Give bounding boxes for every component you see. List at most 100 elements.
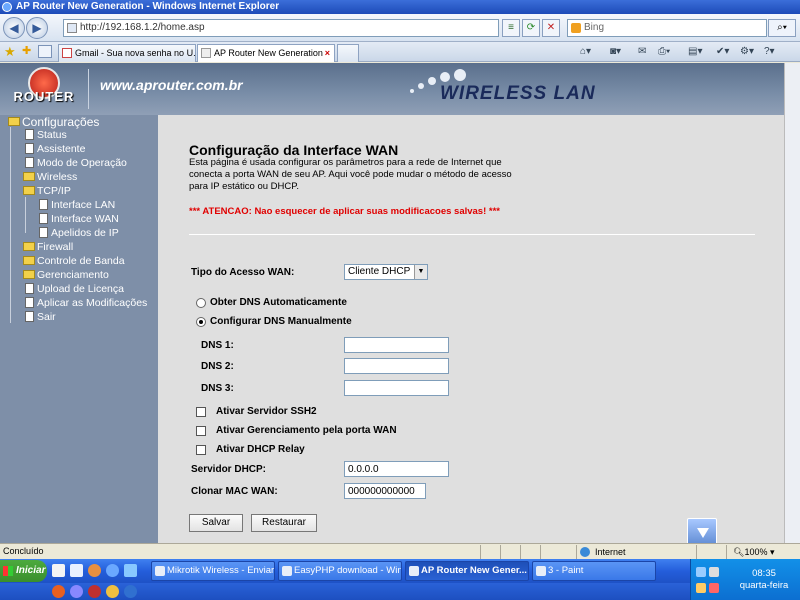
- notepad-icon[interactable]: [70, 564, 83, 577]
- media-icon[interactable]: [70, 585, 83, 598]
- security-icon[interactable]: [696, 583, 706, 593]
- document-icon: [39, 227, 48, 238]
- quick-tabs-icon[interactable]: [38, 45, 52, 58]
- sidebar-item-controle-banda[interactable]: Controle de Banda: [23, 254, 125, 268]
- task-easyphp[interactable]: EasyPHP download - Win...: [278, 561, 402, 581]
- router-logo: ROUTER: [12, 67, 76, 111]
- dns2-label: DNS 2:: [201, 361, 234, 372]
- sidebar-item-status[interactable]: Status: [25, 128, 67, 142]
- ssh-checkbox[interactable]: [196, 407, 206, 417]
- opera-icon[interactable]: [88, 585, 101, 598]
- dhcp-server-input[interactable]: [344, 461, 449, 477]
- chrome-icon[interactable]: [88, 564, 101, 577]
- zoom-control[interactable]: 🔍︎100% ▾: [726, 545, 800, 559]
- page-scrollbar[interactable]: [784, 63, 800, 543]
- stop-icon[interactable]: ✕: [542, 19, 560, 37]
- dhcp-server-label: Servidor DHCP:: [191, 464, 267, 475]
- safety-menu-icon[interactable]: ✔▾: [716, 45, 729, 59]
- taskbar: Iniciar Mikrotik Wireless - Enviar... Ea…: [0, 559, 800, 583]
- mail-icon[interactable]: ✉: [638, 45, 646, 59]
- forward-button[interactable]: ▶: [26, 17, 48, 39]
- ebay-icon[interactable]: [52, 564, 65, 577]
- search-placeholder: Bing: [584, 22, 605, 33]
- reset-button[interactable]: Restaurar: [251, 514, 317, 532]
- folder-icon: [23, 172, 35, 181]
- divider: [189, 234, 755, 235]
- sidebar-item-apelidos-ip[interactable]: Apelidos de IP: [39, 226, 119, 240]
- sidebar-item-aplicar[interactable]: Aplicar as Modificações: [25, 296, 147, 310]
- folder-icon: [23, 242, 35, 251]
- sidebar-item-interface-lan[interactable]: Interface LAN: [39, 198, 115, 212]
- network-icon[interactable]: [696, 567, 706, 577]
- protected-mode-icon[interactable]: [696, 545, 726, 559]
- status-bar: Concluído Internet 🔍︎100% ▾: [0, 543, 800, 559]
- dns-manual-radio[interactable]: [196, 317, 206, 327]
- sidebar-item-interface-wan[interactable]: Interface WAN: [39, 212, 119, 226]
- status-cell: [480, 545, 500, 559]
- desktop-icon[interactable]: [124, 564, 137, 577]
- compat-view-icon[interactable]: ≡: [502, 19, 520, 37]
- print-icon[interactable]: ⎙▾: [658, 45, 670, 59]
- add-favorite-icon[interactable]: ✚: [22, 44, 31, 57]
- sidebar-item-tcpip[interactable]: TCP/IP: [23, 184, 71, 198]
- clock-day: quarta-feira: [739, 580, 789, 591]
- start-button[interactable]: Iniciar: [0, 560, 47, 582]
- help-icon[interactable]: ?▾: [764, 45, 775, 59]
- search-input[interactable]: Bing: [567, 19, 767, 37]
- sidebar-item-gerenciamento[interactable]: Gerenciamento: [23, 268, 109, 282]
- firefox-icon[interactable]: [52, 585, 65, 598]
- sidebar-item-sair[interactable]: Sair: [25, 310, 56, 324]
- task-ap-router[interactable]: AP Router New Gener...: [405, 561, 529, 581]
- sidebar-item-upload-licenca[interactable]: Upload de Licença: [25, 282, 124, 296]
- clock-time: 08:35: [752, 568, 776, 579]
- feeds-icon[interactable]: ◙▾: [610, 45, 621, 59]
- tab-gmail[interactable]: Gmail - Sua nova senha no U...: [58, 44, 196, 62]
- tab-bar: ★ ✚ Gmail - Sua nova senha no U... AP Ro…: [0, 42, 800, 62]
- task-mikrotik[interactable]: Mikrotik Wireless - Enviar...: [151, 561, 275, 581]
- dns2-input[interactable]: [344, 358, 449, 374]
- ie-icon: [409, 566, 419, 576]
- sidebar-item-assistente[interactable]: Assistente: [25, 142, 85, 156]
- ssh-label: Ativar Servidor SSH2: [216, 406, 317, 417]
- main-content: Configuração da Interface WAN Esta págin…: [158, 115, 784, 543]
- page-icon: [201, 48, 211, 58]
- dns3-input[interactable]: [344, 380, 449, 396]
- wan-mgmt-checkbox[interactable]: [196, 426, 206, 436]
- refresh-icon[interactable]: ⟳: [522, 19, 540, 37]
- ie-icon[interactable]: [106, 564, 119, 577]
- folder-open-icon: [8, 117, 20, 126]
- page-menu-icon[interactable]: ▤▾: [688, 45, 702, 59]
- sidebar-item-wireless[interactable]: Wireless: [23, 170, 77, 184]
- clock[interactable]: 08:35 quarta-feira: [731, 568, 797, 592]
- page-favicon-icon: [67, 23, 77, 33]
- app-icon[interactable]: [124, 585, 137, 598]
- dhcp-relay-checkbox[interactable]: [196, 445, 206, 455]
- document-icon: [25, 157, 34, 168]
- address-input[interactable]: http://192.168.1.2/home.asp: [63, 19, 499, 37]
- volume-icon[interactable]: [709, 567, 719, 577]
- home-icon[interactable]: ⌂▾: [580, 45, 591, 59]
- back-button[interactable]: ◀: [3, 17, 25, 39]
- tab-ap-router[interactable]: AP Router New Generation ×: [197, 44, 335, 62]
- header-divider: [88, 69, 89, 109]
- dns1-input[interactable]: [344, 337, 449, 353]
- update-icon[interactable]: [709, 583, 719, 593]
- save-button[interactable]: Salvar: [189, 514, 243, 532]
- clone-mac-input[interactable]: [344, 483, 426, 499]
- site-url-banner: www.aprouter.com.br: [100, 77, 243, 93]
- tools-gear-icon[interactable]: ⚙▾: [740, 45, 754, 59]
- task-paint[interactable]: 3 - Paint: [532, 561, 656, 581]
- sidebar-item-modo-operacao[interactable]: Modo de Operação: [25, 156, 127, 170]
- favorites-star-icon[interactable]: ★: [4, 44, 16, 60]
- wan-type-select[interactable]: Cliente DHCP ▼: [344, 264, 428, 280]
- sidebar-root-configuracoes[interactable]: Configurações: [8, 115, 99, 129]
- dns-manual-label: Configurar DNS Manualmente: [210, 316, 352, 327]
- app-icon[interactable]: [106, 585, 119, 598]
- search-button[interactable]: ⌕▾: [768, 19, 796, 37]
- ie-logo-icon: [2, 2, 12, 12]
- sidebar-item-firewall[interactable]: Firewall: [23, 240, 73, 254]
- dns-auto-radio[interactable]: [196, 298, 206, 308]
- address-url: http://192.168.1.2/home.asp: [80, 22, 205, 33]
- new-tab-button[interactable]: [337, 44, 359, 62]
- close-tab-icon[interactable]: ×: [325, 45, 330, 61]
